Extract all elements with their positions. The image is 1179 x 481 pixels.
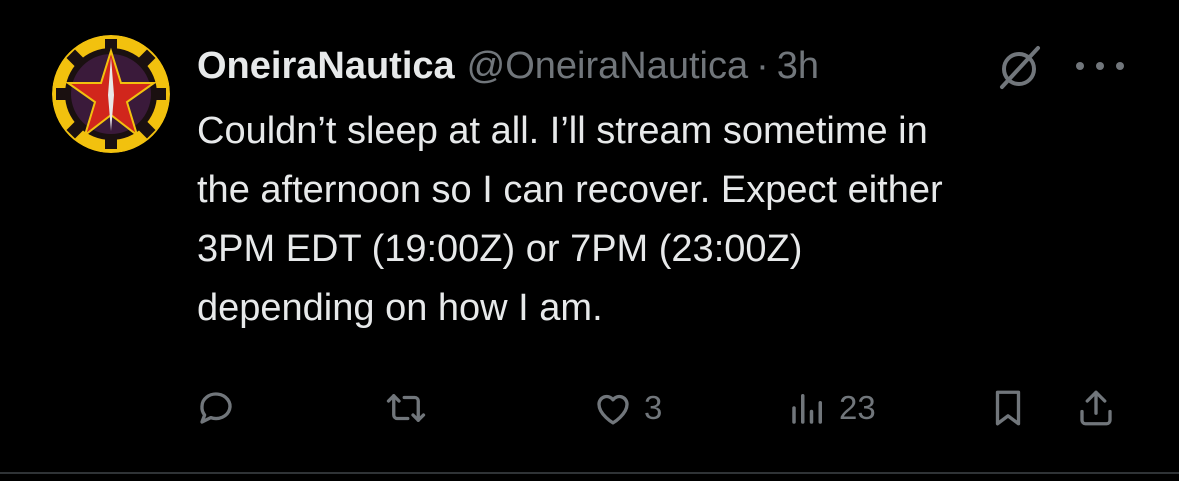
- views-count: 23: [839, 389, 876, 426]
- more-dot: [1096, 62, 1104, 70]
- like-button[interactable]: 3: [592, 380, 662, 436]
- reply-icon: [200, 392, 232, 424]
- bookmark-button[interactable]: [987, 380, 1029, 436]
- separator-dot: ·: [756, 44, 769, 87]
- more-dot: [1116, 62, 1124, 70]
- bookmark-icon: [995, 390, 1021, 426]
- views-icon: [792, 394, 822, 424]
- views-button[interactable]: 23: [787, 380, 876, 436]
- divider: [0, 472, 1179, 474]
- like-count: 3: [644, 389, 663, 426]
- tweet-timestamp[interactable]: 3h: [777, 45, 819, 88]
- retweet-button[interactable]: [385, 380, 437, 436]
- share-icon: [1080, 390, 1112, 426]
- author-handle[interactable]: @OneiraNautica: [467, 45, 748, 88]
- tweet-header: OneiraNautica @OneiraNautica · 3h: [197, 38, 997, 94]
- avatar[interactable]: [52, 35, 170, 153]
- retweet-icon: [386, 394, 426, 422]
- tweet-text: Couldn’t sleep at all. I’ll stream somet…: [197, 110, 943, 329]
- action-bar: 3 23: [195, 380, 1135, 440]
- grok-icon[interactable]: [996, 42, 1046, 92]
- reply-button[interactable]: [195, 380, 247, 436]
- share-button[interactable]: [1075, 380, 1117, 436]
- more-icon[interactable]: [1076, 52, 1124, 80]
- like-icon: [597, 394, 629, 425]
- author-name[interactable]: OneiraNautica: [197, 45, 455, 88]
- more-dot: [1076, 62, 1084, 70]
